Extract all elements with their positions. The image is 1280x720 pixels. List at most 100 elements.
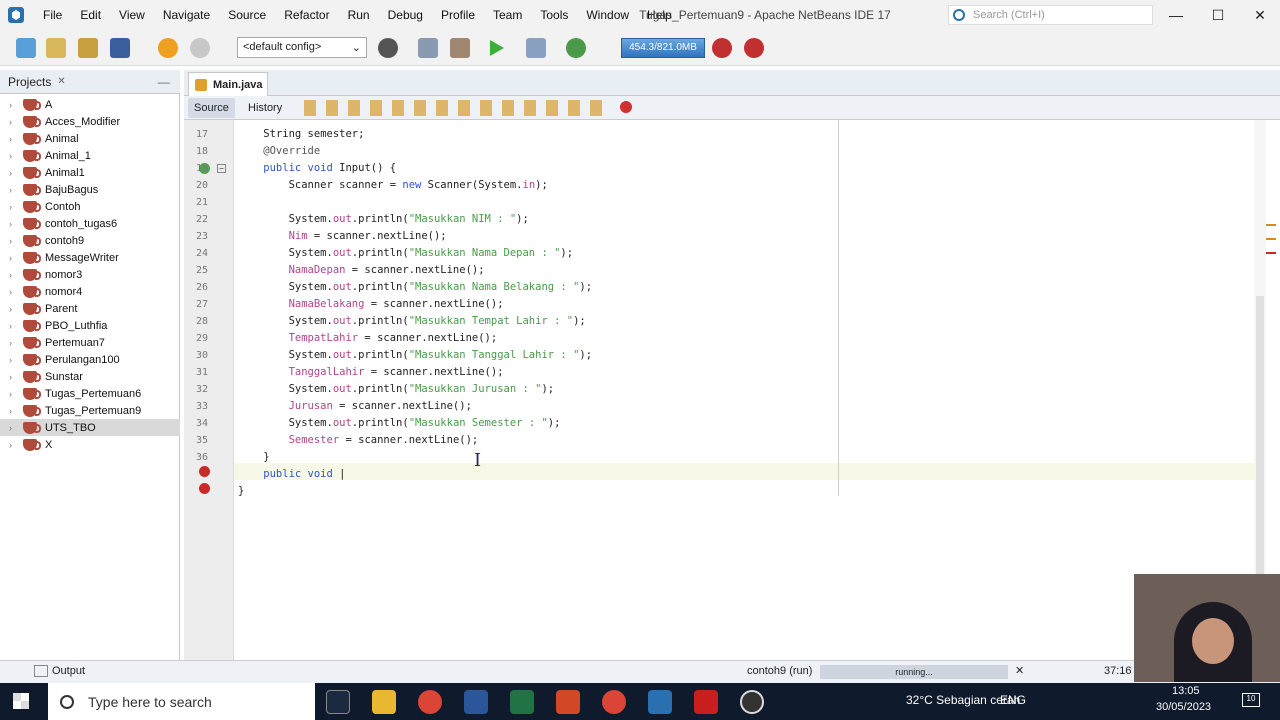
- menu-source[interactable]: Source: [219, 8, 275, 22]
- notification-icon[interactable]: 10: [1242, 693, 1260, 707]
- debug-icon[interactable]: [526, 38, 546, 58]
- project-item[interactable]: › Pertemuan7: [0, 334, 180, 351]
- fold-icon[interactable]: −: [217, 164, 226, 173]
- expand-icon[interactable]: ›: [9, 100, 19, 110]
- project-item[interactable]: › Tugas_Pertemuan6: [0, 385, 180, 402]
- code-line[interactable]: System.out.println("Masukkan Tanggal Lah…: [238, 347, 592, 364]
- code-line[interactable]: NamaDepan = scanner.nextLine();: [238, 262, 485, 279]
- expand-icon[interactable]: ›: [9, 406, 19, 416]
- expand-icon[interactable]: ›: [9, 440, 19, 450]
- project-item[interactable]: › Sunstar: [0, 368, 180, 385]
- project-item[interactable]: › Contoh: [0, 198, 180, 215]
- acrobat-icon[interactable]: [694, 690, 718, 714]
- expand-icon[interactable]: ›: [9, 355, 19, 365]
- file-explorer-icon[interactable]: [372, 690, 396, 714]
- code-line[interactable]: System.out.println("Masukkan Nama Depan …: [238, 245, 574, 262]
- expand-icon[interactable]: ›: [9, 321, 19, 331]
- globe-icon[interactable]: [378, 38, 398, 58]
- menu-profile[interactable]: Profile: [432, 8, 484, 22]
- minimize-panel-icon[interactable]: —: [158, 75, 170, 89]
- project-item[interactable]: › PBO_Luthfia: [0, 317, 180, 334]
- warning-stripe[interactable]: [1266, 238, 1276, 240]
- project-item[interactable]: › nomor4: [0, 283, 180, 300]
- code-line[interactable]: Scanner scanner = new Scanner(System.in)…: [238, 177, 548, 194]
- weather-widget[interactable]: 32°C Sebagian cerah: [906, 693, 1020, 707]
- chrome-icon[interactable]: [418, 690, 442, 714]
- close-button[interactable]: ✕: [1240, 0, 1280, 30]
- clean-build-icon[interactable]: [450, 38, 470, 58]
- editor-tool-icons[interactable]: [304, 100, 604, 116]
- profiler-icon[interactable]: [744, 38, 764, 58]
- expand-icon[interactable]: ›: [9, 423, 19, 433]
- code-line[interactable]: NamaBelakang = scanner.nextLine();: [238, 296, 504, 313]
- code-line[interactable]: System.out.println("Masukkan Tempat Lahi…: [238, 313, 586, 330]
- code-line[interactable]: System.out.println("Masukkan Semester : …: [238, 415, 561, 432]
- profile-icon[interactable]: [566, 38, 586, 58]
- cancel-task-icon[interactable]: ✕: [1015, 664, 1024, 677]
- expand-icon[interactable]: ›: [9, 304, 19, 314]
- menu-refactor[interactable]: Refactor: [275, 8, 338, 22]
- code-line[interactable]: String semester;: [238, 126, 364, 143]
- powerpoint-icon[interactable]: [556, 690, 580, 714]
- expand-icon[interactable]: ›: [9, 151, 19, 161]
- open-project-icon[interactable]: [78, 38, 98, 58]
- task-view-icon[interactable]: [326, 690, 350, 714]
- run-icon[interactable]: [490, 40, 504, 56]
- new-project-icon[interactable]: [46, 38, 66, 58]
- history-button[interactable]: History: [242, 98, 288, 118]
- project-item[interactable]: › BajuBagus: [0, 181, 180, 198]
- redo-icon[interactable]: [190, 38, 210, 58]
- code-line[interactable]: public void |: [238, 466, 345, 483]
- code-line[interactable]: public void Input() {: [238, 160, 396, 177]
- code-line[interactable]: }: [238, 483, 244, 500]
- project-item[interactable]: › MessageWriter: [0, 249, 180, 266]
- maximize-button[interactable]: ☐: [1198, 0, 1238, 30]
- project-item[interactable]: › Parent: [0, 300, 180, 317]
- new-file-icon[interactable]: [16, 38, 36, 58]
- code-line[interactable]: TempatLahir = scanner.nextLine();: [238, 330, 498, 347]
- code-line[interactable]: System.out.println("Masukkan NIM : ");: [238, 211, 529, 228]
- project-item[interactable]: › nomor3: [0, 266, 180, 283]
- menu-edit[interactable]: Edit: [71, 8, 110, 22]
- build-icon[interactable]: [418, 38, 438, 58]
- expand-icon[interactable]: ›: [9, 236, 19, 246]
- project-item[interactable]: › Perulangan100: [0, 351, 180, 368]
- menu-debug[interactable]: Debug: [379, 8, 432, 22]
- clock-time[interactable]: 13:05: [1172, 685, 1200, 697]
- code-line[interactable]: TanggalLahir = scanner.nextLine();: [238, 364, 504, 381]
- project-item[interactable]: › X: [0, 436, 180, 453]
- expand-icon[interactable]: ›: [9, 219, 19, 229]
- menu-tools[interactable]: Tools: [531, 8, 577, 22]
- config-select[interactable]: <default config> ⌄: [237, 37, 367, 58]
- project-item[interactable]: › UTS_TBO: [0, 419, 180, 436]
- project-item[interactable]: › contoh9: [0, 232, 180, 249]
- project-item[interactable]: › A: [0, 96, 180, 113]
- record-macro-icon[interactable]: [620, 101, 632, 113]
- project-item[interactable]: › Animal_1: [0, 147, 180, 164]
- menu-run[interactable]: Run: [339, 8, 379, 22]
- excel-icon[interactable]: [510, 690, 534, 714]
- undo-icon[interactable]: [158, 38, 178, 58]
- project-item[interactable]: › Animal: [0, 130, 180, 147]
- project-item[interactable]: › contoh_tugas6: [0, 215, 180, 232]
- word-icon[interactable]: [464, 690, 488, 714]
- expand-icon[interactable]: ›: [9, 185, 19, 195]
- expand-icon[interactable]: ›: [9, 270, 19, 280]
- expand-icon[interactable]: ›: [9, 253, 19, 263]
- save-all-icon[interactable]: [110, 38, 130, 58]
- menu-view[interactable]: View: [110, 8, 154, 22]
- expand-icon[interactable]: ›: [9, 389, 19, 399]
- project-item[interactable]: › Animal1: [0, 164, 180, 181]
- quick-search-input[interactable]: Search (Ctrl+I): [948, 5, 1153, 25]
- taskbar-search-input[interactable]: Type here to search: [48, 683, 315, 720]
- menu-navigate[interactable]: Navigate: [154, 8, 219, 22]
- expand-icon[interactable]: ›: [9, 168, 19, 178]
- code-line[interactable]: System.out.println("Masukkan Jurusan : "…: [238, 381, 555, 398]
- expand-icon[interactable]: ›: [9, 372, 19, 382]
- source-button[interactable]: Source: [188, 98, 235, 118]
- expand-icon[interactable]: ›: [9, 134, 19, 144]
- menu-file[interactable]: File: [34, 8, 71, 22]
- code-line[interactable]: }: [238, 449, 269, 466]
- chrome-icon[interactable]: [602, 690, 626, 714]
- netbeans-taskbar-icon[interactable]: [648, 690, 672, 714]
